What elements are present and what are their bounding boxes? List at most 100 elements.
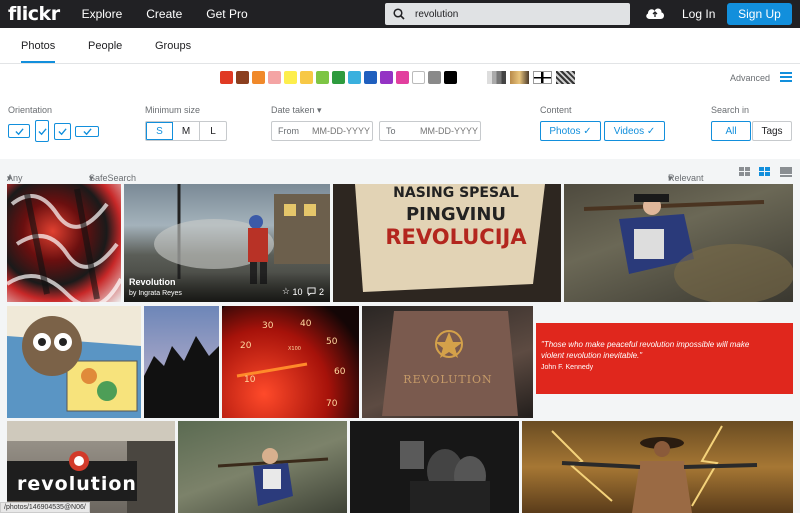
photo-penguin-sign[interactable]: NASING SPESAL PINGVINU REVOLUCIJA xyxy=(333,184,561,302)
photo-silhouette-tree[interactable] xyxy=(144,306,219,418)
gauge-10: 10 xyxy=(244,375,256,385)
upload-cloud-icon[interactable] xyxy=(645,5,665,20)
advanced-menu-icon[interactable] xyxy=(780,72,792,84)
size-small-button[interactable]: S xyxy=(146,122,173,140)
photo-revolution-book[interactable]: REVOLUTION xyxy=(362,306,533,418)
photo-revolution-storefront[interactable]: revolution xyxy=(7,421,175,513)
orientation-landscape[interactable] xyxy=(8,124,30,138)
date-taken-dropdown[interactable]: Date taken ▾ xyxy=(271,105,322,116)
nav-explore[interactable]: Explore xyxy=(82,7,123,21)
patterns-filter[interactable] xyxy=(556,71,575,84)
color-swatch[interactable] xyxy=(348,71,361,84)
faves-count: 10 xyxy=(292,286,303,297)
color-swatch[interactable] xyxy=(284,71,297,84)
caret-down-icon: ▾ xyxy=(317,105,322,115)
color-swatch[interactable] xyxy=(220,71,233,84)
dark-portrait-image xyxy=(400,441,490,513)
detail-view-icon[interactable] xyxy=(780,167,792,177)
size-medium-button[interactable]: M xyxy=(173,122,200,140)
knitted-owl-image xyxy=(7,316,141,418)
search-in-tags-button[interactable]: Tags xyxy=(752,121,792,141)
reenactor-image xyxy=(583,194,793,302)
content-photos-label: Photos xyxy=(549,125,581,137)
abstract-painting-image xyxy=(7,188,121,302)
sign-line-1: NASING SPESAL xyxy=(393,185,519,201)
black-white-filter[interactable] xyxy=(487,71,506,84)
photo-author[interactable]: by Ingrata Reyes xyxy=(129,290,182,297)
book-image xyxy=(382,311,518,416)
photo-reenactor-soldier[interactable] xyxy=(564,184,793,302)
gauge-x100: X100 xyxy=(288,346,301,352)
signup-button[interactable]: Sign Up xyxy=(727,3,792,25)
gauge-60: 60 xyxy=(334,367,346,377)
size-large-button[interactable]: L xyxy=(200,122,226,140)
gauge-20: 20 xyxy=(240,341,252,351)
color-swatch[interactable] xyxy=(412,71,425,84)
nav-get-pro[interactable]: Get Pro xyxy=(206,7,247,21)
color-swatches xyxy=(220,71,460,84)
star-icon[interactable]: ☆ xyxy=(282,286,290,297)
date-to-input[interactable] xyxy=(420,126,480,136)
comment-icon[interactable] xyxy=(307,287,317,296)
date-to-label: To xyxy=(386,126,396,136)
style-filters xyxy=(487,71,579,84)
color-swatch[interactable] xyxy=(444,71,457,84)
color-swatch[interactable] xyxy=(268,71,281,84)
tab-groups[interactable]: Groups xyxy=(155,40,191,52)
date-from-input[interactable] xyxy=(312,126,372,136)
status-bar-url: /photos/146904535@N06/ xyxy=(0,502,90,513)
shallow-depth-filter[interactable] xyxy=(510,71,529,84)
color-swatch[interactable] xyxy=(236,71,249,84)
orientation-square[interactable] xyxy=(54,123,71,140)
tab-people[interactable]: People xyxy=(88,40,122,52)
justified-view-icon[interactable] xyxy=(759,167,770,176)
date-from-field[interactable]: From xyxy=(271,121,373,141)
search-bar[interactable] xyxy=(385,3,630,25)
photo-revolution-protest[interactable]: Revolution by Ingrata Reyes ☆ 10 2 xyxy=(124,184,330,302)
advanced-link[interactable]: Advanced xyxy=(730,73,770,83)
search-in-label: Search in xyxy=(711,105,750,115)
speedometer-image: 30 40 50 60 70 20 10 X100 xyxy=(222,306,359,418)
grid-view-icon[interactable] xyxy=(739,167,750,176)
date-from-label: From xyxy=(278,126,299,136)
nav-create[interactable]: Create xyxy=(146,7,182,21)
search-in-all-button[interactable]: All xyxy=(711,121,751,141)
orientation-panorama[interactable] xyxy=(75,126,99,137)
search-icon[interactable] xyxy=(393,8,405,20)
top-navbar: flickr Explore Create Get Pro Log In Sig… xyxy=(0,0,800,28)
photo-reenactor-rifle[interactable] xyxy=(178,421,347,513)
photo-kennedy-quote[interactable]: "Those who make peaceful revolution impo… xyxy=(536,323,793,394)
color-swatch[interactable] xyxy=(252,71,265,84)
date-to-field[interactable]: To xyxy=(379,121,481,141)
top-nav: Explore Create Get Pro xyxy=(82,7,272,21)
color-swatch[interactable] xyxy=(396,71,409,84)
color-swatch[interactable] xyxy=(300,71,313,84)
photo-title[interactable]: Revolution xyxy=(129,277,176,287)
quote-author: John F. Kennedy xyxy=(541,364,594,371)
date-taken-label: Date taken xyxy=(271,105,315,115)
color-swatch[interactable] xyxy=(332,71,345,84)
photo-speedometer[interactable]: 30 40 50 60 70 20 10 X100 xyxy=(222,306,359,418)
silhouette-image xyxy=(144,336,219,418)
gauge-50: 50 xyxy=(326,337,338,347)
login-link[interactable]: Log In xyxy=(682,7,715,21)
color-swatch[interactable] xyxy=(364,71,377,84)
content-photos-toggle[interactable]: Photos ✓ xyxy=(540,121,601,141)
size-selector: S M L xyxy=(145,121,227,141)
photo-abstract-painting[interactable] xyxy=(7,184,121,302)
photo-gunslinger-art[interactable] xyxy=(522,421,793,513)
photo-knitted-owl[interactable] xyxy=(7,306,141,418)
photo-dark-portrait[interactable] xyxy=(350,421,519,513)
search-input[interactable] xyxy=(415,8,615,20)
color-swatch[interactable] xyxy=(380,71,393,84)
minimalism-filter[interactable] xyxy=(533,71,552,84)
content-videos-toggle[interactable]: Videos ✓ xyxy=(604,121,665,141)
flickr-logo[interactable]: flickr xyxy=(8,3,60,25)
orientation-label: Orientation xyxy=(8,105,53,115)
tab-photos[interactable]: Photos xyxy=(21,40,56,63)
color-swatch[interactable] xyxy=(428,71,441,84)
content-label: Content xyxy=(540,105,572,115)
color-swatch[interactable] xyxy=(316,71,329,84)
photo-stats: ☆ 10 2 xyxy=(282,286,324,297)
orientation-portrait[interactable] xyxy=(35,120,49,142)
